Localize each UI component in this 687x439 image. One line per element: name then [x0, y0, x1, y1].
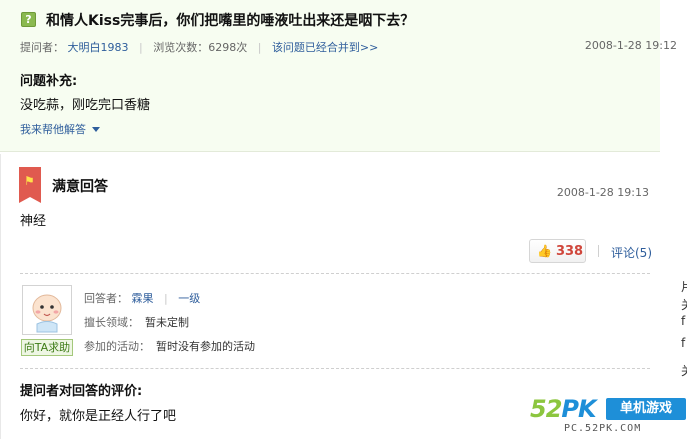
question-title: 和情人Kiss完事后，你们把嘴里的唾液吐出来还是咽下去？: [46, 13, 415, 29]
site-watermark: 52PK 单机游戏 PC.52PK.COM: [530, 396, 687, 438]
right-column-fragment: f: [681, 336, 686, 350]
answerer-label: 回答者：: [84, 292, 128, 305]
thumbs-up-icon: 👍: [537, 244, 552, 258]
dashed-divider: [20, 273, 650, 274]
meta-divider: |: [139, 41, 143, 54]
right-column-fragment: f: [681, 314, 686, 328]
question-mark-icon: ?: [21, 12, 36, 27]
baby-face-icon: [32, 294, 62, 333]
meta-divider: |: [164, 292, 168, 305]
watermark-tag: 单机游戏: [606, 398, 686, 420]
dashed-divider: [20, 368, 650, 369]
watermark-logo-part2: PK: [561, 395, 596, 423]
question-meta: 提问者： 大明白1983 | 浏览次数：6298次 | 该问题已经合并到>>: [20, 39, 378, 55]
like-count: 338: [555, 244, 584, 259]
question-date: 2008-1-28 19:12: [584, 39, 677, 52]
right-column-fragment: 关: [681, 296, 687, 313]
evaluation-label: 提问者对回答的评价:: [20, 384, 143, 399]
answerer-name-link[interactable]: 霖果: [132, 292, 154, 305]
right-column-fragment: 片: [681, 278, 687, 295]
activity-row: 参加的活动： 暂时没有参加的活动: [84, 338, 255, 354]
asker-name-link[interactable]: 大明白1983: [68, 41, 129, 54]
help-answer-label: 我来帮他解答: [20, 123, 86, 136]
answerer-row: 回答者： 霖果 | 一级: [84, 290, 200, 306]
answer-text: 神经: [20, 214, 47, 229]
answerer-avatar[interactable]: [22, 285, 72, 335]
help-answer-link[interactable]: 我来帮他解答: [20, 121, 100, 137]
answerer-level-link[interactable]: 一级: [178, 292, 200, 305]
caret-down-icon: [92, 127, 100, 132]
answer-date: 2008-1-28 19:13: [556, 186, 649, 199]
meta-divider: |: [257, 41, 262, 54]
evaluation-text: 你好，就你是正经人行了吧: [20, 409, 177, 424]
merged-question-link[interactable]: 该问题已经合并到>>: [272, 41, 378, 54]
right-column-fragment: 关: [681, 362, 687, 379]
activity-label: 参加的活动：: [84, 340, 150, 353]
watermark-logo: 52PK: [530, 395, 597, 423]
asker-label: 提问者：: [20, 41, 64, 54]
supplement-text: 没吃蒜，刚吃完口香糖: [20, 98, 151, 113]
watermark-logo-part1: 52: [530, 395, 562, 423]
view-count: 浏览次数：6298次: [153, 41, 248, 54]
supplement-label: 问题补充:: [20, 74, 78, 89]
ask-ta-button[interactable]: 向TA求助: [21, 339, 73, 356]
activity-value: 暂时没有参加的活动: [156, 340, 255, 353]
like-button[interactable]: 👍 338: [529, 239, 586, 263]
divider: [598, 245, 599, 257]
expertise-value: 暂未定制: [145, 316, 189, 329]
expertise-label: 擅长领域：: [84, 316, 139, 329]
best-answer-title: 满意回答: [52, 179, 108, 195]
flag-icon: ⚑: [24, 174, 35, 188]
comments-link[interactable]: 评论(5): [611, 244, 652, 261]
watermark-url: PC.52PK.COM: [564, 423, 642, 434]
ribbon-icon: ⚑: [19, 167, 41, 203]
expertise-row: 擅长领域： 暂未定制: [84, 314, 189, 330]
